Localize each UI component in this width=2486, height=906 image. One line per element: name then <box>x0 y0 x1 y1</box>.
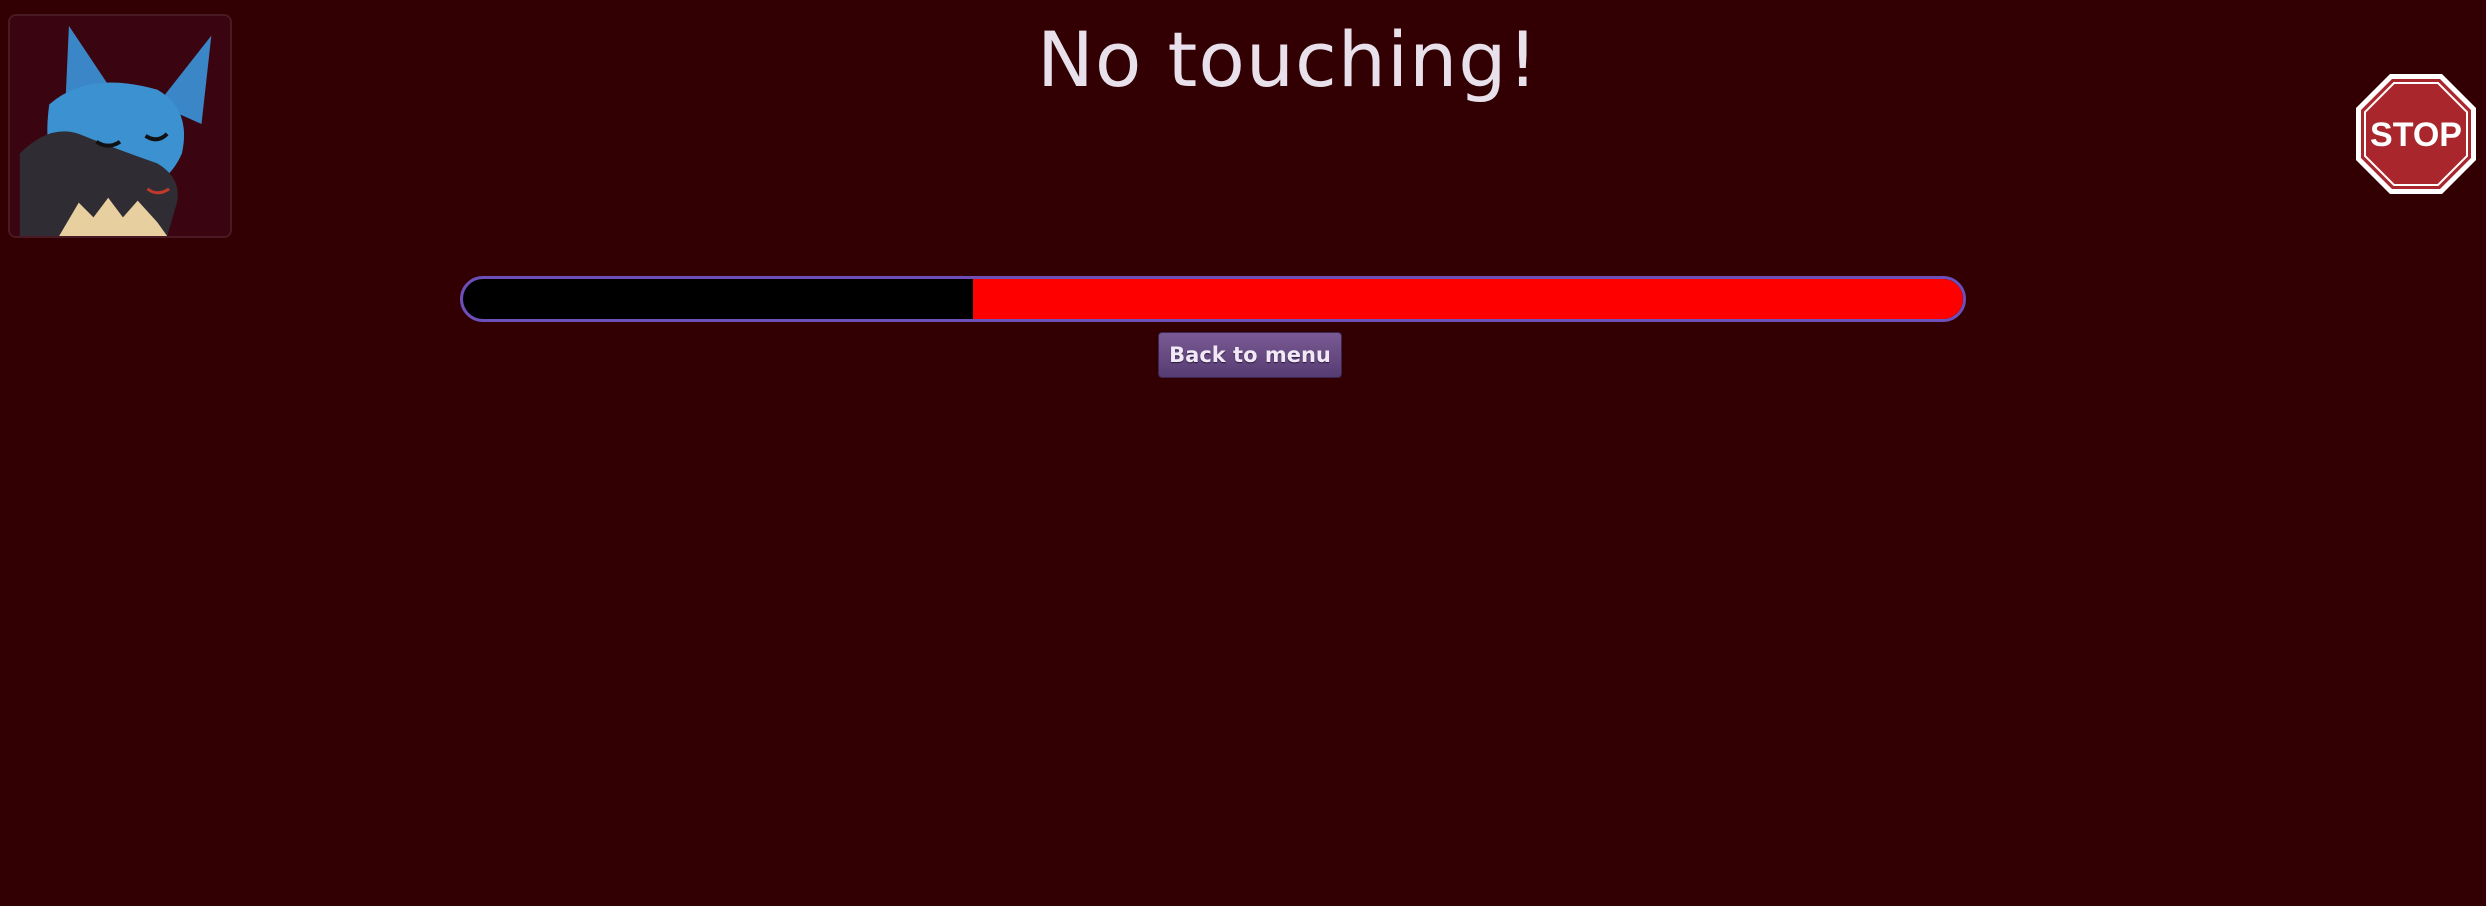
page-title: No touching! <box>1037 15 1539 104</box>
touch-progress-bar <box>460 276 1966 322</box>
progress-fill <box>973 279 1963 319</box>
game-screen: No touching! STOP Back to menu <box>0 0 2486 906</box>
back-to-menu-button[interactable]: Back to menu <box>1158 332 1342 378</box>
stop-sign-icon[interactable]: STOP <box>2354 72 2478 196</box>
stop-sign-text: STOP <box>2370 116 2462 154</box>
